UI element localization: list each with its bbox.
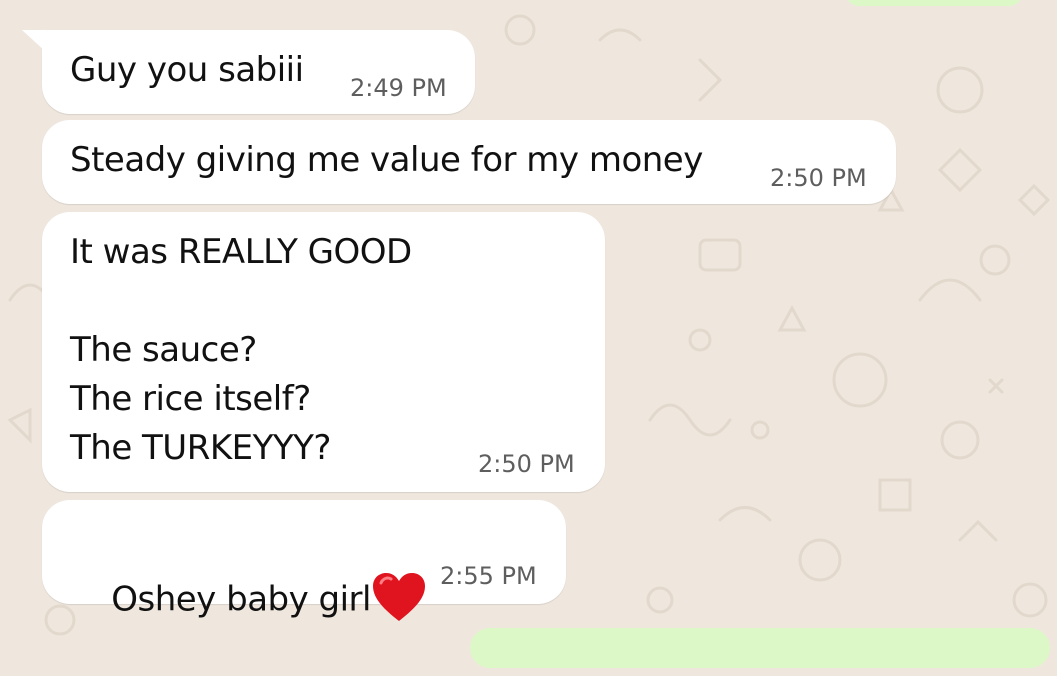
incoming-message-bubble[interactable]: Oshey baby girl 2:55 PM (42, 500, 566, 621)
bubble-tail (22, 30, 46, 52)
message-timestamp: 2:50 PM (478, 450, 575, 478)
message-timestamp: 2:50 PM (770, 164, 867, 192)
message-text: It was REALLY GOOD The sauce? The rice i… (70, 232, 412, 468)
message-timestamp: 2:55 PM (440, 562, 537, 590)
message-text: Guy you sabiii (70, 50, 304, 90)
message-text: Oshey baby girl (111, 579, 371, 620)
incoming-message-bubble[interactable]: It was REALLY GOOD The sauce? The rice i… (42, 212, 605, 492)
incoming-message-bubble[interactable]: Guy you sabiii 2:49 PM (22, 30, 475, 114)
message-text: Steady giving me value for my money (70, 140, 703, 180)
outgoing-message-bubble[interactable] (846, 0, 1022, 6)
red-heart-icon (373, 573, 425, 621)
message-timestamp: 2:49 PM (350, 74, 447, 102)
message-text-row: Oshey baby girl (70, 526, 427, 676)
outgoing-message-bubble[interactable] (470, 628, 1050, 668)
incoming-message-bubble[interactable]: Steady giving me value for my money 2:50… (42, 120, 896, 204)
